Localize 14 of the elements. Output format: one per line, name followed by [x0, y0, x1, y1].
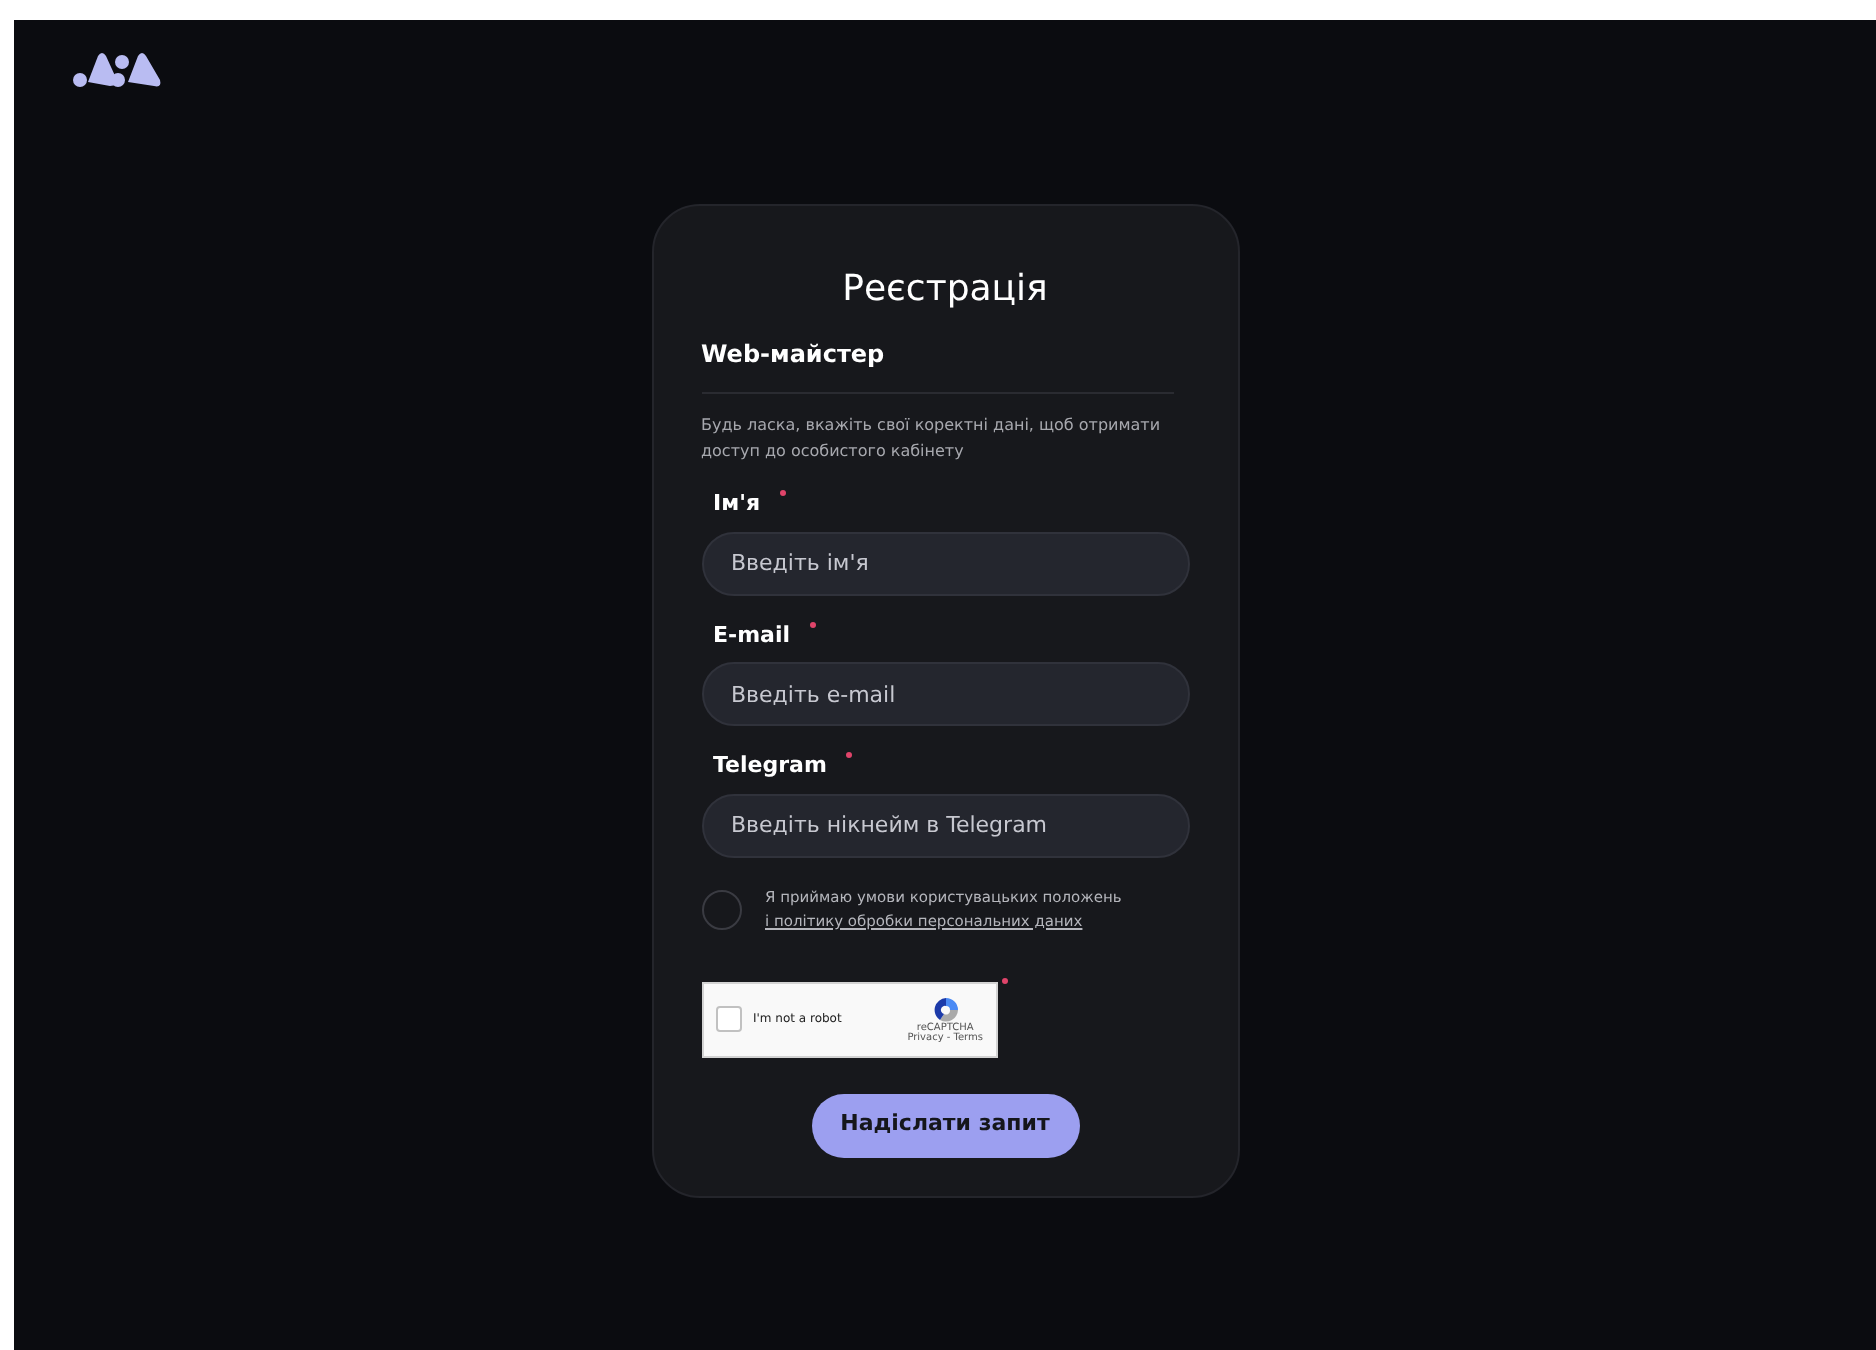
text-field[interactable]: Введіть e-mail [701, 662, 1189, 726]
submit-button[interactable]: Надіслати запит [811, 1093, 1079, 1157]
field-label: E-mail [713, 619, 791, 651]
field-label: Telegram [713, 750, 827, 782]
form-title: Реєстрація [840, 266, 1050, 314]
captcha-checkbox[interactable] [715, 1006, 741, 1032]
text-field[interactable]: Введіть ім'я [701, 531, 1189, 595]
role-label: Web-майстер [701, 336, 1173, 394]
field-label: Ім'я [713, 488, 761, 520]
agreement-checkbox[interactable] [701, 889, 741, 929]
text-field[interactable]: Введіть нікнейм в Telegram [701, 793, 1189, 857]
recaptcha-icon [931, 995, 960, 1023]
description-text: Будь ласка, вкажіть свої коректні дані, щоб отримати доступ до особистого кабінету [701, 414, 1163, 464]
logo-icon [70, 48, 166, 92]
